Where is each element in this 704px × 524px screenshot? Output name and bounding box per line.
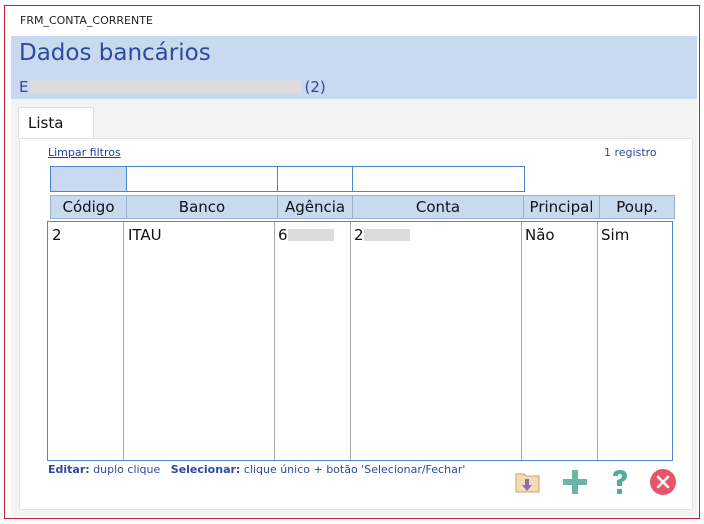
column-divider — [597, 222, 598, 460]
help-button[interactable] — [605, 467, 635, 497]
column-divider — [350, 222, 351, 460]
data-grid: 2 ITAU 6 2 Não Sim — [47, 221, 673, 461]
edit-hint-label: Editar: — [48, 463, 90, 476]
form-window: FRM_CONTA_CORRENTE Dados bancários E (2) … — [4, 5, 700, 519]
subtitle-prefix: E — [19, 78, 29, 96]
select-hint-text: clique único + botão 'Selecionar/Fechar' — [243, 463, 466, 476]
clear-filters-link[interactable]: Limpar filtros — [48, 146, 121, 159]
cell-conta-prefix: 2 — [354, 226, 364, 244]
redacted-block — [363, 229, 410, 241]
tab-label: Lista — [28, 114, 64, 132]
cell-poupanca: Sim — [601, 226, 630, 244]
cell-agencia: 6 — [278, 226, 334, 244]
edit-hint-text: duplo clique — [93, 463, 161, 476]
page-subtitle: E (2) — [19, 78, 326, 96]
list-panel: Limpar filtros 1 registro Código Banco A… — [19, 138, 693, 510]
filter-codigo-input[interactable] — [50, 166, 127, 192]
body-area: Lista Limpar filtros 1 registro Código B… — [11, 99, 697, 516]
tab-lista[interactable]: Lista — [18, 107, 94, 139]
subtitle-suffix: (2) — [304, 78, 326, 96]
column-header-poupanca[interactable]: Poup. — [599, 195, 675, 219]
page-title: Dados bancários — [19, 40, 211, 66]
column-header-banco[interactable]: Banco — [126, 195, 278, 219]
plus-icon — [563, 470, 587, 494]
close-circle-icon — [650, 469, 676, 495]
cell-codigo: 2 — [52, 226, 62, 244]
redacted-block — [287, 229, 334, 241]
record-count: 1 registro — [604, 146, 657, 159]
column-divider — [123, 222, 124, 460]
select-close-button[interactable] — [513, 467, 543, 497]
question-icon — [613, 470, 627, 494]
cell-agencia-prefix: 6 — [278, 226, 288, 244]
window-title: FRM_CONTA_CORRENTE — [20, 14, 153, 27]
page-header: Dados bancários E (2) — [11, 36, 697, 99]
column-divider — [521, 222, 522, 460]
column-header-agencia[interactable]: Agência — [277, 195, 353, 219]
select-hint-label: Selecionar: — [170, 463, 241, 476]
redacted-block — [30, 80, 303, 93]
cell-principal: Não — [525, 226, 555, 244]
window-titlebar: FRM_CONTA_CORRENTE — [5, 6, 699, 36]
column-divider — [274, 222, 275, 460]
filter-banco-input[interactable] — [126, 166, 278, 192]
filter-agencia-input[interactable] — [277, 166, 353, 192]
column-header-principal[interactable]: Principal — [523, 195, 600, 219]
column-header-conta[interactable]: Conta — [352, 195, 524, 219]
cell-conta: 2 — [354, 226, 410, 244]
filter-conta-input[interactable] — [352, 166, 525, 192]
cell-banco: ITAU — [128, 226, 162, 244]
add-button[interactable] — [560, 467, 590, 497]
folder-arrow-icon — [515, 473, 540, 493]
close-button[interactable] — [648, 467, 678, 497]
usage-hint: Editar: duplo clique Selecionar: clique … — [48, 463, 465, 476]
column-header-codigo[interactable]: Código — [50, 195, 127, 219]
